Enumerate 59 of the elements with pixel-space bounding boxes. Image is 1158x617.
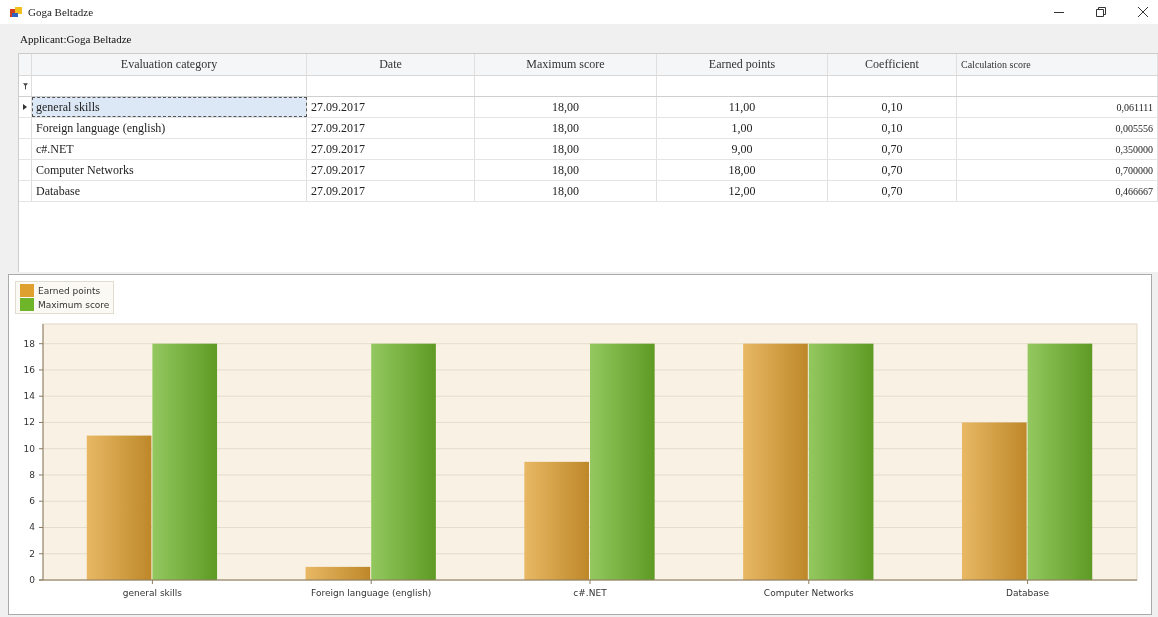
close-icon[interactable] <box>1138 7 1148 17</box>
column-header[interactable]: Date <box>307 54 475 75</box>
table-cell[interactable]: 0,70 <box>828 181 957 201</box>
table-cell[interactable]: 0,061111 <box>957 97 1158 117</box>
y-tick-label: 0 <box>29 575 35 585</box>
table-cell[interactable]: 0,70 <box>828 160 957 180</box>
table-cell[interactable]: Database <box>32 181 307 201</box>
table-cell[interactable]: 27.09.2017 <box>307 97 475 117</box>
table-cell[interactable]: 27.09.2017 <box>307 139 475 159</box>
table-cell[interactable]: 27.09.2017 <box>307 181 475 201</box>
window-title: Goga Beltadze <box>28 6 94 18</box>
applicant-label: Applicant:Goga Beltadze <box>19 32 133 47</box>
table-cell[interactable]: Foreign language (english) <box>32 118 307 138</box>
x-tick-label: Database <box>1006 588 1050 598</box>
legend-label: Earned points <box>38 285 101 296</box>
x-tick-label: Foreign language (english) <box>311 588 432 598</box>
x-tick-label: general skills <box>122 588 182 598</box>
table-cell[interactable]: 0,70 <box>828 139 957 159</box>
table-cell[interactable]: 18,00 <box>475 139 657 159</box>
restore-icon[interactable] <box>1096 7 1106 17</box>
y-tick-label: 6 <box>29 496 35 507</box>
filter-icon[interactable] <box>22 82 28 90</box>
y-tick-label: 16 <box>23 364 35 375</box>
table-cell[interactable]: 18,00 <box>475 118 657 138</box>
y-tick-label: 4 <box>29 522 35 533</box>
table-cell[interactable]: 27.09.2017 <box>307 160 475 180</box>
y-tick-label: 14 <box>23 391 35 402</box>
table-cell[interactable]: 18,00 <box>475 160 657 180</box>
table-cell[interactable]: 0,005556 <box>957 118 1158 138</box>
table-cell[interactable]: 18,00 <box>475 97 657 117</box>
table-cell[interactable]: 12,00 <box>657 181 828 201</box>
y-tick-label: 12 <box>23 417 35 428</box>
table-cell[interactable]: 9,00 <box>657 139 828 159</box>
x-tick-label: Computer Networks <box>763 588 854 598</box>
column-header[interactable]: Calculation score <box>957 54 1158 75</box>
column-header[interactable]: Earned points <box>657 54 828 75</box>
y-tick-label: 10 <box>23 443 35 454</box>
table-cell[interactable]: 0,350000 <box>957 139 1158 159</box>
y-tick-label: 2 <box>29 548 35 559</box>
table-cell[interactable]: general skills <box>32 97 307 117</box>
table-cell[interactable]: c#.NET <box>32 139 307 159</box>
table-cell[interactable]: 0,10 <box>828 97 957 117</box>
table-cell[interactable]: 1,00 <box>657 118 828 138</box>
table-cell[interactable]: 27.09.2017 <box>307 118 475 138</box>
table-cell[interactable]: 18,00 <box>475 181 657 201</box>
table-cell[interactable]: 0,700000 <box>957 160 1158 180</box>
column-header[interactable]: Evaluation category <box>32 54 307 75</box>
table-cell[interactable]: Computer Networks <box>32 160 307 180</box>
app-icon <box>10 6 22 18</box>
legend-label: Maximum score <box>38 299 110 310</box>
table-cell[interactable]: 18,00 <box>657 160 828 180</box>
table-cell[interactable]: 11,00 <box>657 97 828 117</box>
y-tick-label: 8 <box>29 469 35 480</box>
column-header[interactable]: Maximum score <box>475 54 657 75</box>
table-cell[interactable]: 0,10 <box>828 118 957 138</box>
y-tick-label: 18 <box>23 338 35 349</box>
table-cell[interactable]: 0,466667 <box>957 181 1158 201</box>
column-header[interactable]: Coefficient <box>828 54 957 75</box>
x-tick-label: c#.NET <box>573 588 607 598</box>
